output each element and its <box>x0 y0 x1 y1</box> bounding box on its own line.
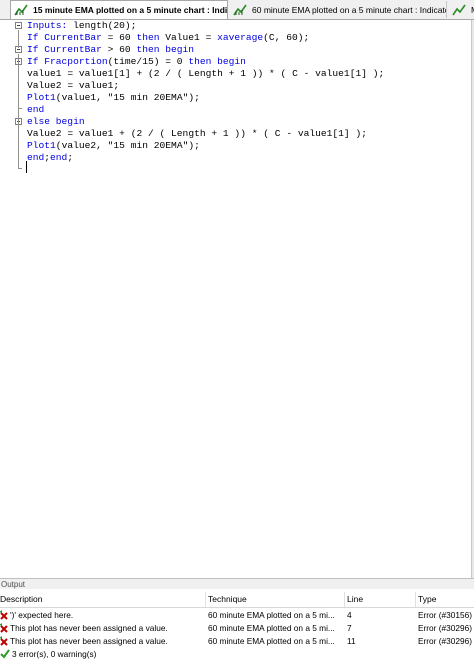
fold-end-marker <box>18 108 22 109</box>
output-summary: 3 error(s), 0 warning(s) <box>0 648 474 661</box>
column-header-type[interactable]: Type <box>415 592 474 607</box>
error-type: Error (#30156) <box>418 610 472 620</box>
error-icon <box>0 610 8 620</box>
code-line-9: else begin <box>27 116 85 127</box>
fold-line <box>18 54 19 168</box>
check-icon <box>0 649 10 659</box>
error-description: This plot has never been assigned a valu… <box>10 636 168 646</box>
code-line-11: Plot1(value2, "15 min 20EMA"); <box>27 140 200 151</box>
code-line-7: Plot1(value1, "15 min 20EMA"); <box>27 92 200 103</box>
column-header-technique[interactable]: Technique <box>205 592 344 607</box>
collapse-icon[interactable] <box>15 22 22 29</box>
indicator-chart-icon <box>14 4 28 16</box>
column-header-line[interactable]: Line <box>344 592 415 607</box>
code-editor[interactable]: Inputs: length(20); If CurrentBar = 60 th… <box>0 20 474 578</box>
fold-line <box>18 30 19 48</box>
error-line: 11 <box>347 636 356 646</box>
column-header-description[interactable]: Description <box>0 592 205 607</box>
error-technique: 60 minute EMA plotted on a 5 mi... <box>208 623 335 633</box>
code-line-8: end <box>27 104 45 115</box>
code-line-10: Value2 = value1 + (2 / ( Length + 1 )) *… <box>27 128 367 139</box>
error-technique: 60 minute EMA plotted on a 5 mi... <box>208 636 335 646</box>
code-line-2: If CurrentBar = 60 then Value1 = xaverag… <box>27 32 310 43</box>
tab-overflow[interactable]: M <box>449 1 474 18</box>
error-type: Error (#30296) <box>418 623 472 633</box>
error-description: This plot has never been assigned a valu… <box>10 623 168 633</box>
tab-label: 15 minute EMA plotted on a 5 minute char… <box>33 5 228 15</box>
error-description: ')' expected here. <box>10 610 74 620</box>
error-icon <box>0 636 8 646</box>
error-row[interactable]: This plot has never been assigned a valu… <box>0 622 474 635</box>
code-line-6: Value2 = value1; <box>27 80 120 91</box>
code-line-5: value1 = value1[1] + (2 / ( Length + 1 )… <box>27 68 385 79</box>
document-tab-bar: 15 minute EMA plotted on a 5 minute char… <box>0 0 474 20</box>
tab-label: 60 minute EMA plotted on a 5 minute char… <box>252 4 447 15</box>
text-caret <box>26 161 27 173</box>
output-column-headers: Description Technique Line Type <box>0 592 474 608</box>
summary-text: 3 error(s), 0 warning(s) <box>12 649 97 659</box>
code-line-3: If CurrentBar > 60 then begin <box>27 44 195 55</box>
tab-15-minute-ema[interactable]: 15 minute EMA plotted on a 5 minute char… <box>10 0 228 19</box>
error-row[interactable]: This plot has never been assigned a valu… <box>0 635 474 648</box>
code-line-1: Inputs: length(20); <box>27 20 137 31</box>
tab-60-minute-ema[interactable]: 60 minute EMA plotted on a 5 minute char… <box>230 1 447 18</box>
code-line-4: If Fracportion(time/15) = 0 then begin <box>27 56 246 67</box>
error-row[interactable]: ')' expected here. 60 minute EMA plotted… <box>0 609 474 622</box>
fold-end-marker <box>18 168 22 169</box>
code-line-12: end;end; <box>27 152 74 163</box>
fold-gutter <box>0 20 22 578</box>
error-line: 4 <box>347 610 352 620</box>
indicator-chart-icon <box>233 4 247 15</box>
error-line: 7 <box>347 623 352 633</box>
indicator-chart-icon <box>452 4 466 15</box>
output-panel-title: Output <box>0 578 474 589</box>
error-type: Error (#30296) <box>418 636 472 646</box>
error-technique: 60 minute EMA plotted on a 5 mi... <box>208 610 335 620</box>
error-icon <box>0 623 8 633</box>
